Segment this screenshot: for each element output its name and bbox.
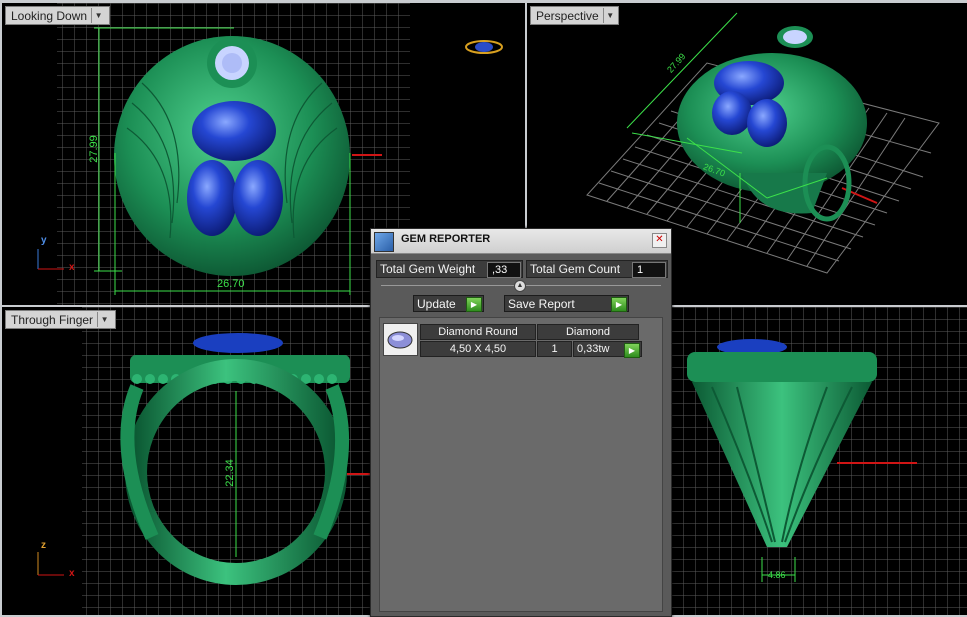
view-tab[interactable]: Looking Down ▼ xyxy=(5,6,110,25)
total-gem-weight-label: Total Gem Weight xyxy=(380,262,476,276)
total-gem-count-label: Total Gem Count xyxy=(530,262,621,276)
axis-x-label: x xyxy=(69,262,75,273)
diamond-round-icon xyxy=(383,323,418,356)
dimension-label: 4.86 xyxy=(768,570,786,580)
collapse-toggle-icon[interactable]: ▲ xyxy=(514,280,526,292)
gem-qty-cell: 1 xyxy=(537,341,572,357)
chevron-down-icon[interactable]: ▼ xyxy=(97,312,111,327)
gem-reporter-icon xyxy=(374,232,394,252)
total-gem-weight: Total Gem Weight ,33 xyxy=(376,260,523,278)
total-gem-count: Total Gem Count 1 xyxy=(526,260,668,278)
gem-weight-cell: 0,33tw ▶ xyxy=(573,341,642,358)
save-report-button[interactable]: Save Report ▶ xyxy=(504,295,629,312)
view-tab-label: Looking Down xyxy=(11,8,88,23)
gem-weight-value: 0,33tw xyxy=(577,343,610,355)
update-button[interactable]: Update ▶ xyxy=(413,295,484,312)
play-arrow-icon[interactable]: ▶ xyxy=(466,297,482,312)
axis-z-label: z xyxy=(41,540,46,551)
axis-x-label: x xyxy=(69,568,75,579)
view-tab[interactable]: Through Finger ▼ xyxy=(5,310,116,329)
panel-title: GEM REPORTER xyxy=(401,233,491,245)
view-tab-label: Through Finger xyxy=(11,312,94,327)
chevron-down-icon[interactable]: ▼ xyxy=(91,8,105,23)
play-arrow-icon[interactable]: ▶ xyxy=(611,297,627,312)
gem-cut-cell: Diamond Round xyxy=(420,324,536,340)
chevron-down-icon[interactable]: ▼ xyxy=(602,8,617,23)
title-bar[interactable]: GEM REPORTER ✕ xyxy=(371,229,671,254)
view-tab[interactable]: Perspective ▼ xyxy=(530,6,619,25)
gem-reporter-panel: GEM REPORTER ✕ Total Gem Weight ,33 Tota… xyxy=(370,228,672,617)
save-report-button-label: Save Report xyxy=(508,296,575,311)
gem-list: Diamond Round Diamond 4,50 X 4,50 1 0,33… xyxy=(379,317,663,612)
play-arrow-icon[interactable]: ▶ xyxy=(624,343,640,358)
total-gem-count-value: 1 xyxy=(632,262,666,278)
axis-y-label: y xyxy=(41,235,47,246)
view-tab-label: Perspective xyxy=(536,8,599,23)
gem-material-cell: Diamond xyxy=(537,324,639,340)
gem-size-cell: 4,50 X 4,50 xyxy=(420,341,536,357)
dimension-label: 26.70 xyxy=(217,278,245,290)
close-icon[interactable]: ✕ xyxy=(652,233,667,248)
dimension-label: 27.99 xyxy=(87,135,100,163)
update-button-label: Update xyxy=(417,296,456,311)
dimension-label: 22.34 xyxy=(223,459,236,487)
total-gem-weight-value: ,33 xyxy=(487,262,521,278)
